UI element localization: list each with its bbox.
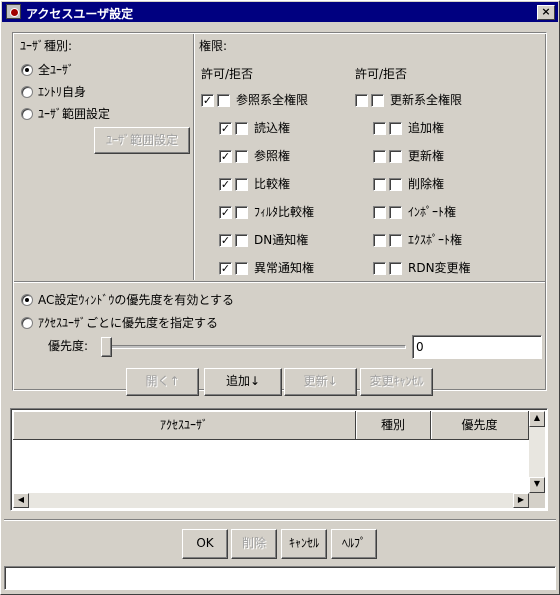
- left-deny-checkbox-5[interactable]: [235, 234, 248, 247]
- right-deny-checkbox-5[interactable]: [389, 234, 402, 247]
- open-button[interactable]: 開く↑: [126, 368, 199, 396]
- left-allow-checkbox-4[interactable]: ✓: [219, 206, 232, 219]
- right-allow-checkbox-0[interactable]: [355, 94, 368, 107]
- left-allow-checkbox-0[interactable]: ✓: [201, 94, 214, 107]
- left-deny-checkbox-2[interactable]: [235, 150, 248, 163]
- right-allow-checkbox-4[interactable]: [373, 206, 386, 219]
- right-deny-checkbox-0[interactable]: [371, 94, 384, 107]
- add-button[interactable]: 追加↓: [204, 368, 282, 396]
- right-permission-label-2: 更新権: [408, 149, 445, 163]
- right-allow-checkbox-6[interactable]: [373, 262, 386, 275]
- close-button[interactable]: ×: [537, 5, 555, 20]
- right-deny-checkbox-1[interactable]: [389, 122, 402, 135]
- left-permission-label-1: 読込権: [254, 121, 291, 135]
- left-allow-checkbox-5[interactable]: ✓: [219, 234, 232, 247]
- left-deny-checkbox-4[interactable]: [235, 206, 248, 219]
- left-permission-label-6: 異常通知権: [254, 261, 315, 275]
- left-allow-deny-header: 許可/拒否: [201, 67, 254, 81]
- column-header-access-user[interactable]: ｱｸｾｽﾕｰｻﾞ: [13, 411, 356, 440]
- status-bar: [4, 566, 556, 590]
- left-deny-checkbox-0[interactable]: [217, 94, 230, 107]
- right-deny-checkbox-6[interactable]: [389, 262, 402, 275]
- priority-slider-thumb[interactable]: [101, 337, 112, 357]
- left-allow-checkbox-1[interactable]: ✓: [219, 122, 232, 135]
- arrow-left-icon: ◀: [17, 495, 25, 504]
- user-range-settings-button[interactable]: ﾕｰｻﾞ範囲設定: [94, 127, 190, 154]
- radio-per-user-priority[interactable]: [21, 317, 33, 329]
- column-header-type[interactable]: 種別: [356, 411, 431, 440]
- right-permission-label-0: 更新系全権限: [390, 93, 463, 107]
- arrow-up-icon: ▲: [533, 413, 541, 422]
- scroll-up-button[interactable]: ▲: [529, 411, 545, 427]
- right-permission-label-4: ｲﾝﾎﾟｰﾄ権: [408, 205, 457, 219]
- radio-enable-ac-priority[interactable]: [21, 294, 33, 306]
- window-title: アクセスユーザ設定: [26, 7, 134, 21]
- left-deny-checkbox-1[interactable]: [235, 122, 248, 135]
- radio-enable-ac-priority-label: AC設定ｳｨﾝﾄﾞｳの優先度を有効とする: [38, 293, 235, 307]
- user-type-heading: ﾕｰｻﾞ種別:: [20, 39, 73, 53]
- scrollbar-corner: [529, 493, 545, 508]
- ok-button[interactable]: OK: [182, 529, 228, 559]
- right-deny-checkbox-4[interactable]: [389, 206, 402, 219]
- radio-user-range-label: ﾕｰｻﾞ範囲設定: [38, 107, 111, 121]
- left-permission-label-5: DN通知権: [254, 233, 309, 247]
- left-permission-label-2: 参照権: [254, 149, 291, 163]
- radio-entry-self-label: ｴﾝﾄﾘ自身: [38, 85, 87, 99]
- arrow-down-icon: ▼: [533, 479, 541, 488]
- scroll-down-button[interactable]: ▼: [529, 477, 545, 493]
- scroll-left-button[interactable]: ◀: [13, 493, 29, 508]
- column-header-priority[interactable]: 優先度: [431, 411, 529, 440]
- left-deny-checkbox-6[interactable]: [235, 262, 248, 275]
- close-icon: ×: [541, 5, 551, 18]
- radio-all-users-label: 全ﾕｰｻﾞ: [38, 63, 75, 77]
- right-allow-checkbox-1[interactable]: [373, 122, 386, 135]
- update-button[interactable]: 更新↓: [284, 368, 357, 396]
- radio-per-user-priority-label: ｱｸｾｽﾕｰｻﾞごとに優先度を指定する: [38, 316, 219, 330]
- radio-entry-self[interactable]: [21, 86, 33, 98]
- right-deny-checkbox-3[interactable]: [389, 178, 402, 191]
- horizontal-scrollbar[interactable]: [13, 493, 529, 508]
- left-allow-checkbox-6[interactable]: ✓: [219, 262, 232, 275]
- footer-divider: [4, 519, 556, 521]
- radio-all-users[interactable]: [21, 64, 33, 76]
- right-deny-checkbox-2[interactable]: [389, 150, 402, 163]
- help-button[interactable]: ﾍﾙﾌﾟ: [331, 529, 377, 559]
- cancel-change-button[interactable]: 変更ｷｬﾝｾﾙ: [360, 368, 433, 396]
- right-allow-deny-header: 許可/拒否: [355, 67, 408, 81]
- radio-user-range[interactable]: [21, 108, 33, 120]
- arrow-right-icon: ▶: [517, 495, 525, 504]
- left-permission-label-3: 比較権: [254, 177, 291, 191]
- left-permission-label-0: 参照系全権限: [236, 93, 309, 107]
- left-deny-checkbox-3[interactable]: [235, 178, 248, 191]
- right-allow-checkbox-2[interactable]: [373, 150, 386, 163]
- table-body[interactable]: [13, 440, 529, 493]
- left-allow-checkbox-2[interactable]: ✓: [219, 150, 232, 163]
- cancel-button[interactable]: ｷｬﾝｾﾙ: [281, 529, 327, 559]
- panel-vertical-divider: [193, 34, 195, 280]
- app-icon: [6, 4, 21, 19]
- priority-slider-track[interactable]: [102, 345, 406, 349]
- delete-button[interactable]: 削除: [231, 529, 277, 559]
- right-allow-checkbox-3[interactable]: [373, 178, 386, 191]
- left-permission-label-4: ﾌｨﾙﾀ比較権: [254, 205, 315, 219]
- scroll-right-button[interactable]: ▶: [513, 493, 529, 508]
- priority-label: 優先度:: [48, 339, 89, 353]
- title-bar[interactable]: アクセスユーザ設定 ×: [2, 2, 558, 22]
- right-permission-label-6: RDN変更権: [408, 261, 471, 275]
- priority-value-field[interactable]: 0: [412, 335, 542, 359]
- left-allow-checkbox-3[interactable]: ✓: [219, 178, 232, 191]
- permissions-heading: 権限:: [199, 39, 228, 53]
- right-permission-label-5: ｴｸｽﾎﾟｰﾄ権: [408, 233, 463, 247]
- right-permission-label-3: 削除権: [408, 177, 445, 191]
- panel-horizontal-divider: [14, 281, 545, 283]
- right-allow-checkbox-5[interactable]: [373, 234, 386, 247]
- right-permission-label-1: 追加権: [408, 121, 445, 135]
